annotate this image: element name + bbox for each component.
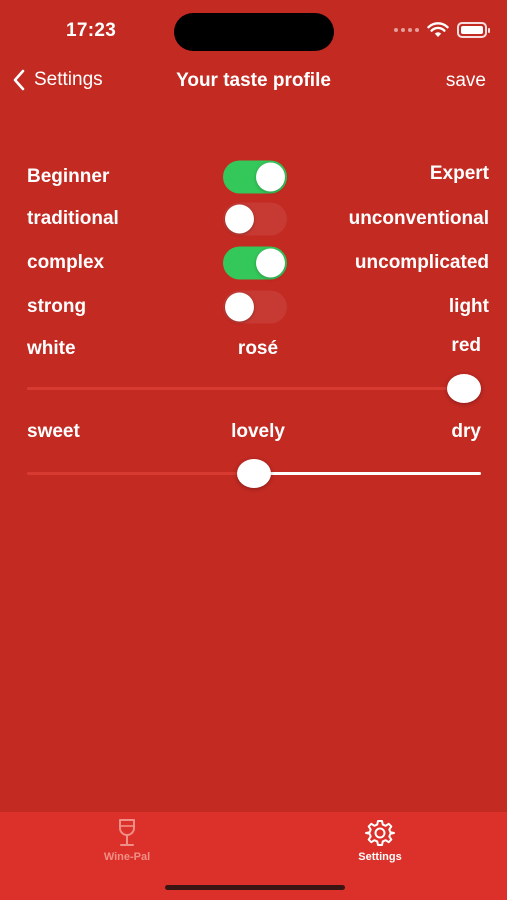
gear-icon [365,820,395,846]
experience-toggle[interactable] [223,160,287,194]
sweetness-labels-row: sweet lovely dry [27,415,489,449]
dynamic-island [174,13,334,51]
experience-toggle-row: Beginner Expert [27,160,489,194]
slider-track-max [254,472,481,475]
tab-settings[interactable]: Settings [320,818,440,863]
experience-left-label: Beginner [27,166,110,187]
color-labels-row: white rosé red [27,332,489,366]
battery-icon [457,22,490,38]
complexity-right-label: uncomplicated [354,252,489,273]
body-left-label: strong [27,296,87,317]
sweetness-max-label: dry [451,421,481,442]
wine-color-slider[interactable] [27,371,481,405]
page-title: Your taste profile [176,70,331,91]
slider-thumb[interactable] [447,374,481,403]
status-indicators [394,22,490,38]
complexity-left-label: complex [27,252,105,273]
cellular-signal-icon [394,28,419,32]
sweetness-min-label: sweet [27,421,80,442]
slider-track-min [27,387,464,390]
body-toggle-row: strong light [27,290,489,324]
tab-wine-pal[interactable]: Wine-Pal [67,818,187,863]
style-toggle[interactable] [223,202,287,236]
status-time: 17:23 [66,20,117,41]
complexity-toggle[interactable] [223,246,287,280]
slider-thumb[interactable] [237,459,271,488]
complexity-toggle-row: complex uncomplicated [27,246,489,280]
experience-right-label: Expert [429,163,489,184]
style-toggle-row: traditional unconventional [27,202,489,236]
save-button[interactable]: save [446,70,486,92]
home-indicator [165,885,345,890]
color-min-label: white [27,338,76,359]
wifi-icon [427,22,449,37]
tab-wine-pal-label: Wine-Pal [103,851,151,863]
style-right-label: unconventional [348,208,489,229]
body-right-label: light [448,296,489,317]
tab-settings-label: Settings [358,851,402,863]
sweetness-mid-label: lovely [231,421,285,442]
slider-track-min [27,472,254,475]
taste-profile-screen: 17:23 Settings Your taste profile save B… [0,0,507,900]
style-left-label: traditional [27,208,119,229]
body-toggle[interactable] [223,290,287,324]
color-mid-label: rosé [237,338,279,359]
color-max-label: red [451,335,481,356]
sweetness-slider[interactable] [27,456,481,490]
wine-glass-icon [119,819,135,846]
